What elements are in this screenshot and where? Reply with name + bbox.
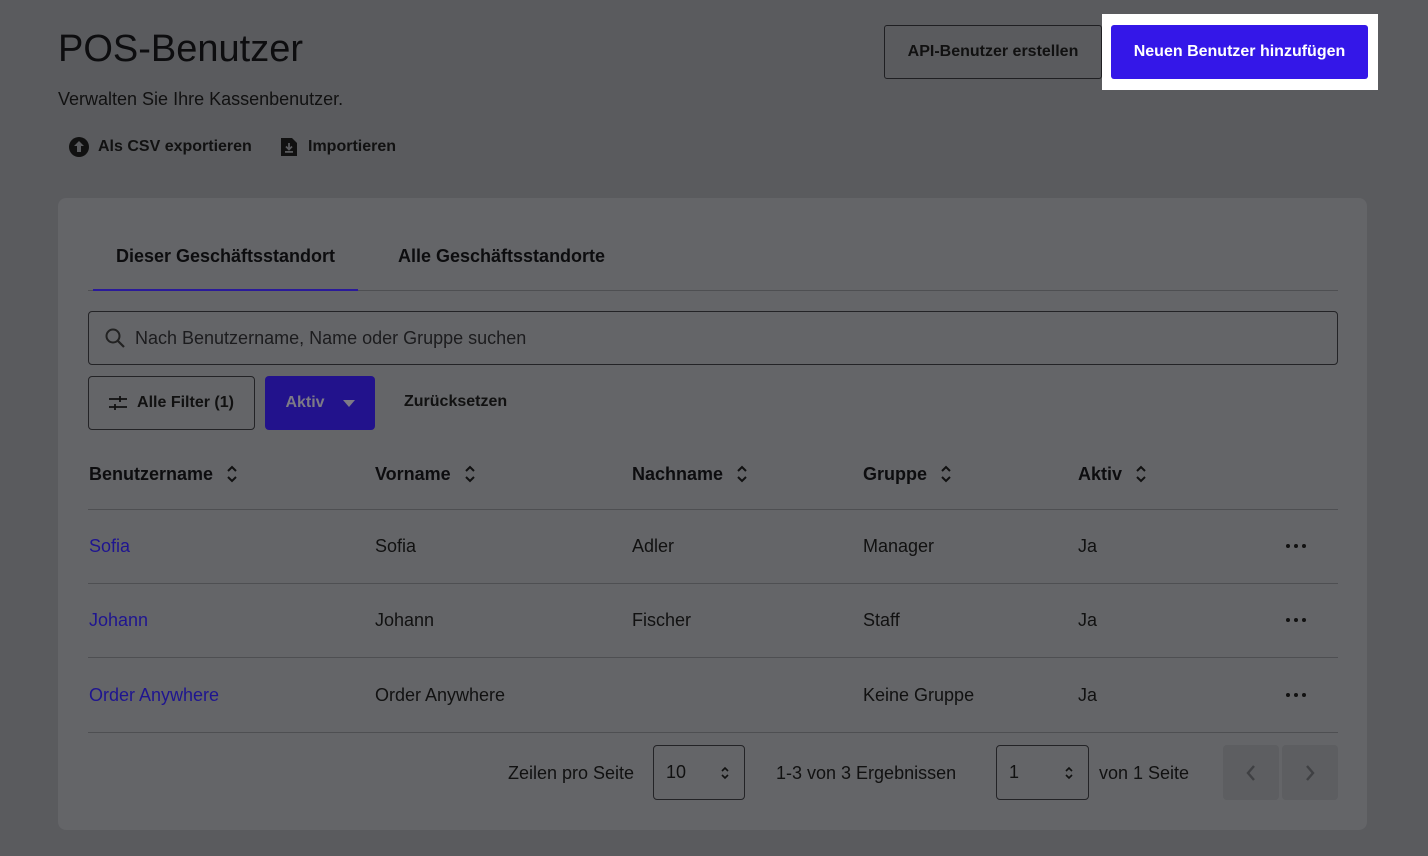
last-name-cell: Fischer [632, 610, 692, 630]
import-button[interactable]: Importieren [278, 134, 396, 160]
first-name-cell: Johann [375, 610, 435, 630]
username-link[interactable]: Sofia [89, 536, 130, 557]
more-options-icon[interactable] [1286, 690, 1306, 700]
active-cell: Ja [1078, 685, 1098, 705]
column-label: Vorname [375, 463, 451, 484]
active-cell: Ja [1078, 610, 1098, 630]
first-name-cell: Sofia [375, 536, 417, 556]
row-divider [88, 732, 1338, 733]
search-input[interactable] [135, 327, 1246, 349]
import-label: Importieren [308, 138, 397, 155]
more-options-icon[interactable] [1286, 541, 1306, 551]
location-tabs: Dieser Geschäftsstandort Alle Geschäftss… [88, 236, 1338, 291]
column-header-active[interactable]: Aktiv [1078, 463, 1148, 485]
username-link[interactable]: Johann [89, 610, 148, 631]
column-header-first-name[interactable]: Vorname [375, 463, 477, 485]
sort-icon [463, 463, 477, 485]
file-download-icon [278, 136, 300, 158]
column-label: Nachname [632, 463, 724, 484]
sort-icon [735, 463, 749, 485]
chevron-right-icon [1304, 764, 1316, 782]
rows-per-page-select[interactable]: 10 [653, 745, 745, 800]
page-number-select[interactable]: 1 [996, 745, 1089, 800]
column-header-username[interactable]: Benutzername [89, 463, 239, 485]
chevron-left-icon [1245, 764, 1257, 782]
rows-per-page-label: Zeilen pro Seite [508, 763, 635, 783]
column-header-last-name[interactable]: Nachname [632, 463, 749, 485]
add-new-user-button[interactable]: Neuen Benutzer hinzufügen [1111, 25, 1368, 79]
page-number-value: 1 [1009, 762, 1020, 782]
row-divider [88, 657, 1338, 658]
column-label: Benutzername [89, 463, 214, 484]
previous-page-button[interactable] [1223, 745, 1279, 800]
first-name-cell: Order Anywhere [375, 685, 506, 705]
group-cell: Keine Gruppe [863, 685, 975, 705]
pos-users-page: POS-Benutzer Verwalten Sie Ihre Kassenbe… [0, 0, 1428, 856]
tab-all-locations[interactable]: Alle Geschäftsstandorte [398, 236, 605, 291]
all-filters-label: Alle Filter (1) [137, 394, 234, 411]
column-label: Gruppe [863, 463, 928, 484]
username-link[interactable]: Order Anywhere [89, 685, 219, 706]
sliders-icon [109, 396, 128, 410]
row-divider [88, 509, 1338, 510]
sort-icon [939, 463, 953, 485]
updown-chevron-icon [1064, 765, 1074, 781]
status-filter-label: Aktiv [285, 394, 325, 411]
updown-chevron-icon [720, 765, 730, 781]
group-cell: Manager [863, 536, 935, 556]
users-card: Dieser Geschäftsstandort Alle Geschäftss… [58, 198, 1367, 830]
results-count: 1-3 von 3 Ergebnissen [776, 763, 957, 783]
rows-per-page-value: 10 [666, 762, 687, 782]
reset-filters-button[interactable]: Zurücksetzen [404, 393, 507, 411]
search-icon [103, 326, 127, 350]
create-api-user-button[interactable]: API-Benutzer erstellen [884, 25, 1102, 79]
sort-icon [225, 463, 239, 485]
active-cell: Ja [1078, 536, 1098, 556]
caret-down-icon [342, 399, 355, 407]
upload-cloud-icon [68, 136, 90, 158]
column-label: Aktiv [1078, 463, 1123, 484]
page-subtitle: Verwalten Sie Ihre Kassenbenutzer. [58, 89, 344, 109]
next-page-button[interactable] [1282, 745, 1338, 800]
sort-icon [1134, 463, 1148, 485]
group-cell: Staff [863, 610, 900, 630]
total-pages: von 1 Seite [1099, 763, 1190, 783]
all-filters-button[interactable]: Alle Filter (1) [88, 376, 255, 430]
last-name-cell: Adler [632, 536, 675, 556]
export-csv-button[interactable]: Als CSV exportieren [68, 134, 252, 160]
search-field[interactable] [88, 311, 1338, 365]
export-csv-label: Als CSV exportieren [98, 138, 252, 155]
page-title: POS-Benutzer [58, 28, 303, 70]
column-header-group[interactable]: Gruppe [863, 463, 953, 485]
more-options-icon[interactable] [1286, 615, 1306, 625]
tab-this-location[interactable]: Dieser Geschäftsstandort [93, 236, 358, 291]
status-filter-dropdown[interactable]: Aktiv [265, 376, 375, 430]
row-divider [88, 583, 1338, 584]
